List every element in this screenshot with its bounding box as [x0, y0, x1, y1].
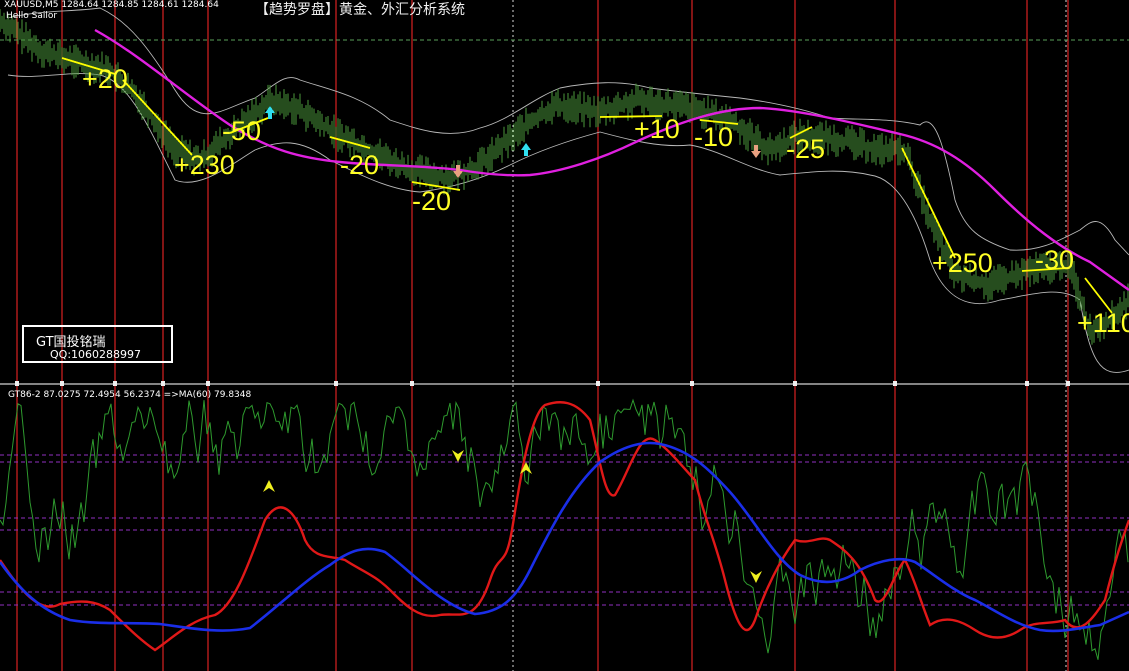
trade-label: -20	[340, 150, 379, 180]
logo-box: GT国投铭瑞 QQ:1060288997	[22, 325, 173, 363]
price-series	[0, 9, 1129, 345]
bollinger-bands	[7, 7, 1129, 373]
trade-label: -25	[786, 134, 825, 164]
trade-label: -10	[694, 122, 733, 152]
indicator-level-lines	[0, 454, 1129, 606]
trade-label: +10	[634, 114, 680, 144]
trade-label: +230	[174, 150, 235, 180]
trade-label: +250	[932, 248, 993, 278]
indicator-red-line	[0, 401, 1129, 652]
arrow-up-icon	[521, 143, 531, 156]
chart-subtitle: Hello Sailor	[6, 11, 58, 21]
trade-label: +110	[1077, 308, 1129, 338]
symbol-info: XAUUSD,M5 1284.64 1284.85 1284.61 1284.6…	[4, 0, 219, 10]
bollinger-upper	[7, 7, 1129, 256]
logo-qq: QQ:1060288997	[50, 348, 142, 361]
trade-label: -20	[412, 186, 451, 216]
indicator-header: GT86-2 87.0275 72.4954 56.2374 =>MA(60) …	[8, 390, 252, 400]
signal-arrow-icon	[452, 450, 464, 462]
chart-title: 【趋势罗盘】黄金、外汇分析系统	[255, 2, 465, 18]
signal-arrow-icon	[750, 571, 762, 583]
trade-label: +20	[82, 64, 128, 94]
trade-label: -50	[222, 116, 261, 146]
trade-label: -30	[1035, 245, 1074, 275]
indicator-blue-line	[0, 441, 1129, 633]
signal-arrow-icon	[263, 480, 275, 492]
